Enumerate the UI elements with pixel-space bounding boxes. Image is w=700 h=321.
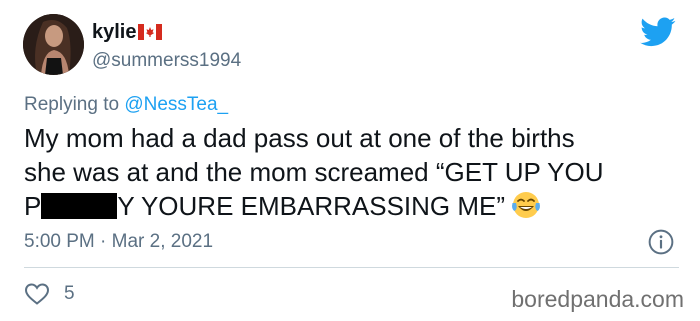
- like-count: 5: [64, 283, 75, 304]
- tears-of-joy-emoji: [512, 192, 540, 218]
- heart-icon[interactable]: [24, 282, 50, 306]
- like-button[interactable]: 5: [24, 282, 75, 306]
- info-icon[interactable]: [648, 229, 674, 255]
- display-name-row[interactable]: kylie: [92, 20, 241, 44]
- tweet-text: My mom had a dad pass out at one of the …: [24, 121, 684, 223]
- divider: [24, 267, 679, 268]
- display-name[interactable]: kylie: [92, 20, 136, 44]
- tweet-line-3-end: Y YOURE EMBARRASSING ME”: [117, 191, 506, 221]
- reply-prefix: Replying to: [24, 94, 120, 115]
- tweet-timestamp[interactable]: 5:00 PM · Mar 2, 2021: [24, 229, 213, 255]
- tweet-card: kylie @summerss1994 Replying to @NessTea…: [0, 0, 700, 321]
- tweet-line-3-start: P: [24, 191, 42, 221]
- tweet-line-3: P Y YOURE EMBARRASSING ME”: [24, 189, 684, 223]
- twitter-bird-icon[interactable]: [640, 14, 676, 50]
- replying-to: Replying to @NessTea_: [24, 92, 228, 118]
- user-handle[interactable]: @summerss1994: [92, 48, 241, 74]
- canada-flag-icon: [138, 24, 163, 40]
- avatar-photo: [23, 14, 84, 75]
- redaction-block: [41, 193, 118, 219]
- avatar[interactable]: [23, 14, 84, 75]
- user-names: kylie @summerss1994: [92, 20, 241, 74]
- tweet-line-2: she was at and the mom screamed “GET UP …: [24, 157, 604, 187]
- tweet-line-1: My mom had a dad pass out at one of the …: [24, 123, 575, 153]
- reply-mention-link[interactable]: @NessTea_: [124, 94, 228, 115]
- boredpanda-watermark: boredpanda.com: [511, 286, 684, 312]
